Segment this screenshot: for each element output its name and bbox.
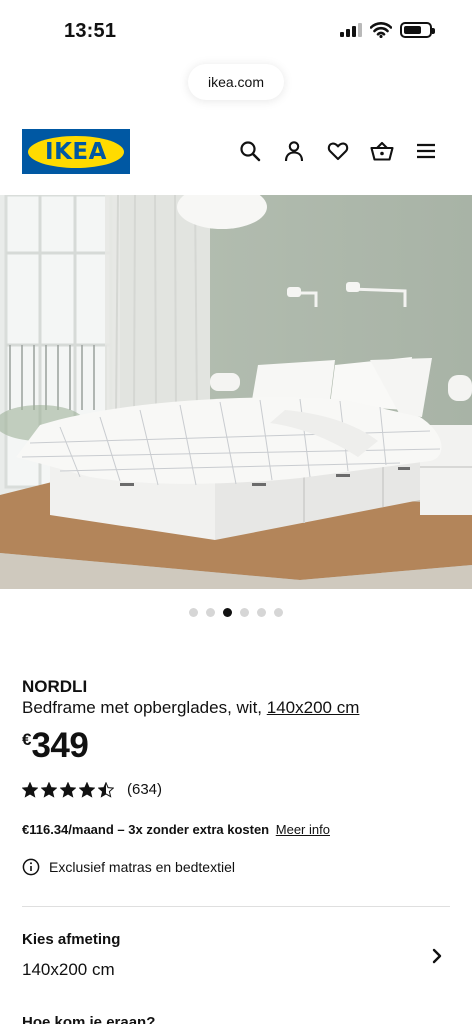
star-icon [22, 781, 38, 798]
status-time: 13:51 [64, 20, 117, 42]
rating[interactable]: (634) [22, 781, 162, 798]
menu-icon[interactable] [414, 138, 438, 164]
account-icon[interactable] [282, 138, 306, 164]
finance-text: €116.34/maand – 3x zonder extra kosten [22, 822, 270, 837]
chevron-right-icon [432, 948, 442, 964]
divider [22, 906, 450, 907]
product-description-text: Bedframe met opberglades, wit, [22, 698, 263, 717]
ikea-logo[interactable]: IKEA [22, 129, 130, 174]
logo-oval: IKEA [28, 135, 124, 168]
battery-icon [400, 22, 435, 38]
url-bar[interactable]: ikea.com [188, 64, 284, 100]
signal-icon [340, 23, 362, 37]
basket-icon[interactable] [370, 138, 394, 164]
header-actions [238, 138, 438, 164]
delivery-heading: Hoe kom je eraan? [22, 1014, 156, 1024]
gallery-dots [0, 608, 472, 617]
star-icon [41, 781, 57, 798]
size-selector-value: 140x200 cm [22, 960, 115, 979]
status-bar: 13:51 [0, 0, 472, 60]
heart-icon[interactable] [326, 138, 350, 164]
gallery-dot[interactable] [189, 608, 198, 617]
battery-level [404, 26, 421, 34]
notice-text: Exclusief matras en bedtextiel [49, 859, 235, 875]
rating-count: (634) [127, 781, 163, 798]
gallery-dot[interactable] [274, 608, 283, 617]
price: € 349 [22, 726, 89, 766]
wifi-icon [370, 22, 392, 38]
logo-text: IKEA [45, 138, 107, 165]
product-description: Bedframe met opberglades, wit, 140x200 c… [22, 698, 359, 718]
price-value: 349 [31, 726, 89, 765]
gallery-dot[interactable] [257, 608, 266, 617]
star-icon [79, 781, 95, 798]
star-icon [98, 781, 114, 798]
gallery-dot[interactable] [206, 608, 215, 617]
info-icon [22, 858, 40, 876]
size-selector-title: Kies afmeting [22, 931, 121, 948]
search-icon[interactable] [238, 138, 262, 164]
star-icon [60, 781, 76, 798]
notice: Exclusief matras en bedtextiel [22, 858, 235, 876]
price-currency: € [22, 730, 32, 749]
gallery-dot[interactable] [223, 608, 232, 617]
size-link[interactable]: 140x200 cm [267, 698, 360, 717]
more-info-link[interactable]: Meer info [276, 822, 330, 837]
gallery-dot[interactable] [240, 608, 249, 617]
status-icons [340, 22, 435, 38]
product-name: NORDLI [22, 677, 88, 696]
finance-info: €116.34/maand – 3x zonder extra kosten M… [22, 822, 330, 837]
product-image[interactable] [0, 195, 472, 589]
size-selector[interactable]: Kies afmeting 140x200 cm [22, 926, 450, 986]
url-text: ikea.com [207, 74, 265, 90]
